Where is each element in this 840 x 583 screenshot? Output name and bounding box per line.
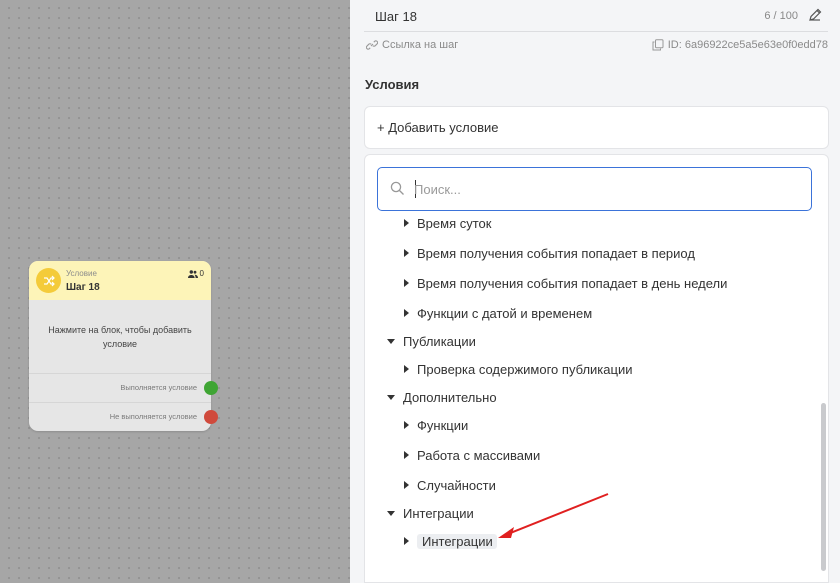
node-users: 0 bbox=[187, 269, 204, 278]
tree-item-label: Работа с массивами bbox=[417, 447, 541, 463]
tree-item[interactable]: Проверка содержимого публикации bbox=[404, 358, 632, 380]
tree-item-label: Функции bbox=[417, 417, 469, 433]
tree-item[interactable]: Случайности bbox=[404, 474, 496, 496]
caret-right-icon bbox=[404, 421, 409, 429]
caret-right-icon bbox=[404, 249, 409, 257]
caret-right-icon bbox=[404, 537, 409, 545]
output-false: Не выполняется условие bbox=[29, 403, 218, 432]
tree-group-label: Дополнительно bbox=[403, 389, 497, 405]
node-title: Шаг 18 bbox=[66, 282, 100, 293]
users-count: 0 bbox=[199, 269, 204, 278]
tree-item-highlighted[interactable]: Интеграции bbox=[404, 530, 497, 552]
link-icon bbox=[366, 40, 378, 50]
tree-item[interactable]: Работа с массивами bbox=[404, 444, 540, 466]
pencil-icon[interactable] bbox=[808, 8, 822, 22]
caret-right-icon bbox=[404, 481, 409, 489]
workflow-canvas[interactable]: Условие Шаг 18 0 Нажмите на блок, чтобы … bbox=[0, 0, 350, 583]
step-counter: 6 / 100 bbox=[764, 10, 798, 22]
tree-group[interactable]: Интеграции bbox=[387, 502, 474, 524]
shuffle-icon bbox=[36, 268, 61, 293]
node-header: Условие Шаг 18 0 bbox=[29, 261, 211, 300]
tree-group[interactable]: Публикации bbox=[387, 330, 476, 352]
step-name-row[interactable]: Шаг 18 6 / 100 bbox=[364, 0, 828, 32]
scrollbar[interactable] bbox=[821, 403, 826, 571]
tree-item-label: Случайности bbox=[417, 477, 496, 493]
caret-right-icon bbox=[404, 365, 409, 373]
tree-item-label: Интеграции bbox=[417, 533, 497, 549]
caret-right-icon bbox=[404, 219, 409, 227]
tree-item[interactable]: Время суток bbox=[404, 212, 491, 234]
tree-group-label: Интеграции bbox=[403, 505, 474, 521]
tree-item[interactable]: Функции bbox=[404, 414, 468, 436]
caret-down-icon bbox=[387, 394, 395, 400]
output-false-port[interactable] bbox=[204, 410, 218, 424]
caret-right-icon bbox=[404, 451, 409, 459]
copy-icon bbox=[652, 39, 664, 51]
node-type-label: Условие bbox=[66, 269, 97, 278]
step-link[interactable]: Ссылка на шаг bbox=[366, 39, 458, 51]
step-id-text: ID: 6a96922ce5a5e63e0f0edd78 bbox=[667, 39, 828, 51]
tree-group[interactable]: Дополнительно bbox=[387, 386, 497, 408]
tree-item-label: Время суток bbox=[417, 215, 492, 231]
users-icon bbox=[187, 269, 198, 278]
search-input[interactable] bbox=[414, 178, 794, 200]
output-true-label: Выполняется условие bbox=[120, 383, 197, 392]
caret-right-icon bbox=[404, 309, 409, 317]
tree-item-label: Время получения события попадает в день … bbox=[417, 275, 728, 291]
conditions-title: Условия bbox=[365, 77, 420, 92]
step-name[interactable]: Шаг 18 bbox=[375, 9, 417, 24]
step-link-label: Ссылка на шаг bbox=[382, 39, 459, 51]
tree-item[interactable]: Время получения события попадает в день … bbox=[404, 272, 727, 294]
tree-item-label: Проверка содержимого публикации bbox=[417, 361, 633, 377]
tree-item-label: Функции с датой и временем bbox=[417, 305, 593, 321]
annotation-arrow-icon bbox=[498, 493, 609, 538]
node-body-text[interactable]: Нажмите на блок, чтобы добавить условие bbox=[29, 300, 211, 374]
output-true: Выполняется условие bbox=[29, 374, 218, 403]
add-condition-button[interactable]: + Добавить условие bbox=[364, 106, 829, 149]
tree-item-label: Время получения события попадает в перио… bbox=[417, 245, 695, 261]
tree-item[interactable]: Время получения события попадает в перио… bbox=[404, 242, 695, 264]
tree-item[interactable]: Функции с датой и временем bbox=[404, 302, 592, 324]
meta-row: Ссылка на шаг ID: 6a96922ce5a5e63e0f0edd… bbox=[366, 38, 828, 54]
caret-right-icon bbox=[404, 279, 409, 287]
caret-down-icon bbox=[387, 338, 395, 344]
tree-group-label: Публикации bbox=[403, 333, 476, 349]
caret-down-icon bbox=[387, 510, 395, 516]
condition-node[interactable]: Условие Шаг 18 0 Нажмите на блок, чтобы … bbox=[29, 261, 218, 432]
output-true-port[interactable] bbox=[204, 381, 218, 395]
output-false-label: Не выполняется условие bbox=[109, 412, 197, 421]
step-id[interactable]: ID: 6a96922ce5a5e63e0f0edd78 bbox=[652, 39, 828, 51]
search-box[interactable] bbox=[377, 167, 812, 211]
search-icon bbox=[390, 181, 404, 195]
